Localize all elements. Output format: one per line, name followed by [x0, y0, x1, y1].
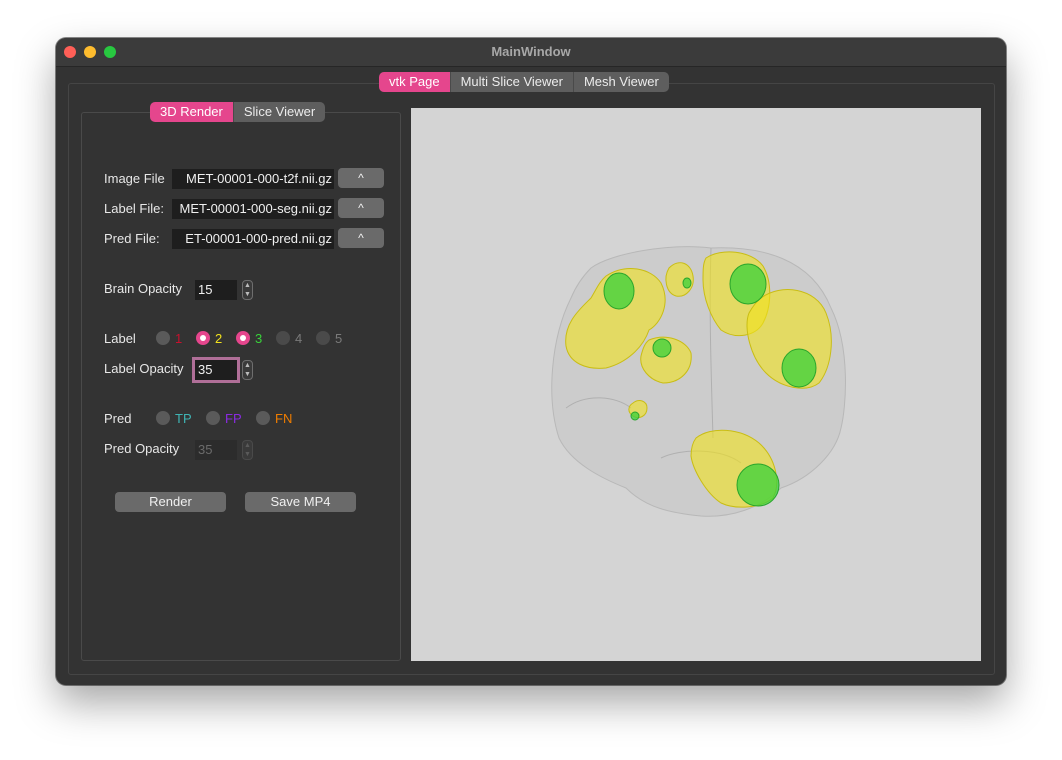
label-3-text: 3	[255, 331, 263, 346]
brain-opacity-label: Brain Opacity	[104, 281, 183, 296]
image-file-label: Image File	[104, 171, 165, 186]
chevron-up-icon: ▲	[244, 442, 251, 449]
pred-selector-label: Pred	[104, 411, 132, 426]
title-bar: MainWindow	[56, 38, 1006, 67]
image-file-browse-button[interactable]: ^	[338, 168, 384, 188]
render-button[interactable]: Render	[115, 492, 226, 512]
label-3-radio[interactable]	[236, 331, 250, 345]
vtk-render-viewport[interactable]	[411, 108, 981, 661]
brain-3d-render	[551, 246, 846, 517]
chevron-down-icon: ▼	[244, 371, 251, 378]
label-2-radio[interactable]	[196, 331, 210, 345]
tab-multi-slice-viewer[interactable]: Multi Slice Viewer	[449, 72, 573, 92]
window-title: MainWindow	[491, 44, 571, 59]
tab-mesh-viewer[interactable]: Mesh Viewer	[572, 72, 669, 92]
pred-file-label: Pred File:	[104, 231, 160, 246]
chevron-up-icon: ▲	[244, 282, 251, 289]
chevron-down-icon: ▼	[244, 451, 251, 458]
label-1-radio[interactable]	[156, 331, 170, 345]
label-opacity-label: Label Opacity	[104, 361, 184, 376]
label-5-text: 5	[335, 331, 343, 346]
chevron-down-icon: ▼	[244, 291, 251, 298]
label-5-radio[interactable]	[316, 331, 330, 345]
label-4-radio[interactable]	[276, 331, 290, 345]
chevron-up-icon: ▲	[244, 362, 251, 369]
control-tab-bar: 3D Render Slice Viewer	[150, 102, 326, 122]
pred-fn-text: FN	[275, 411, 293, 426]
pred-opacity-input[interactable]: 35	[195, 440, 237, 460]
tab-vtk-page[interactable]: vtk Page	[379, 72, 450, 92]
pred-tp-text: TP	[175, 411, 192, 426]
label-selector-label: Label	[104, 331, 136, 346]
pred-tp-radio[interactable]	[156, 411, 170, 425]
control-panel	[81, 112, 401, 661]
label-opacity-input[interactable]: 35	[195, 360, 237, 380]
pred-fn-radio[interactable]	[256, 411, 270, 425]
pred-file-input[interactable]: ET-00001-000-pred.nii.gz	[172, 229, 334, 249]
pred-fp-radio[interactable]	[206, 411, 220, 425]
image-file-input[interactable]: MET-00001-000-t2f.nii.gz	[172, 169, 334, 189]
pred-opacity-label: Pred Opacity	[104, 441, 180, 456]
brain-opacity-input[interactable]: 15	[195, 280, 237, 300]
tab-3d-render[interactable]: 3D Render	[150, 102, 233, 122]
pred-opacity-stepper[interactable]: ▲ ▼	[242, 440, 253, 460]
main-window: MainWindow vtk Page Multi Slice Viewer M…	[56, 38, 1006, 685]
label-1-text: 1	[175, 331, 183, 346]
label-4-text: 4	[295, 331, 303, 346]
label-2-text: 2	[215, 331, 223, 346]
pred-fp-text: FP	[225, 411, 242, 426]
brain-opacity-stepper[interactable]: ▲ ▼	[242, 280, 253, 300]
label-file-input[interactable]: MET-00001-000-seg.nii.gz	[172, 199, 334, 219]
label-file-browse-button[interactable]: ^	[338, 198, 384, 218]
save-mp4-button[interactable]: Save MP4	[245, 492, 356, 512]
tab-slice-viewer[interactable]: Slice Viewer	[232, 102, 326, 122]
label-file-label: Label File:	[104, 201, 164, 216]
label-opacity-stepper[interactable]: ▲ ▼	[242, 360, 253, 380]
pred-file-browse-button[interactable]: ^	[338, 228, 384, 248]
main-tab-bar: vtk Page Multi Slice Viewer Mesh Viewer	[379, 72, 669, 92]
